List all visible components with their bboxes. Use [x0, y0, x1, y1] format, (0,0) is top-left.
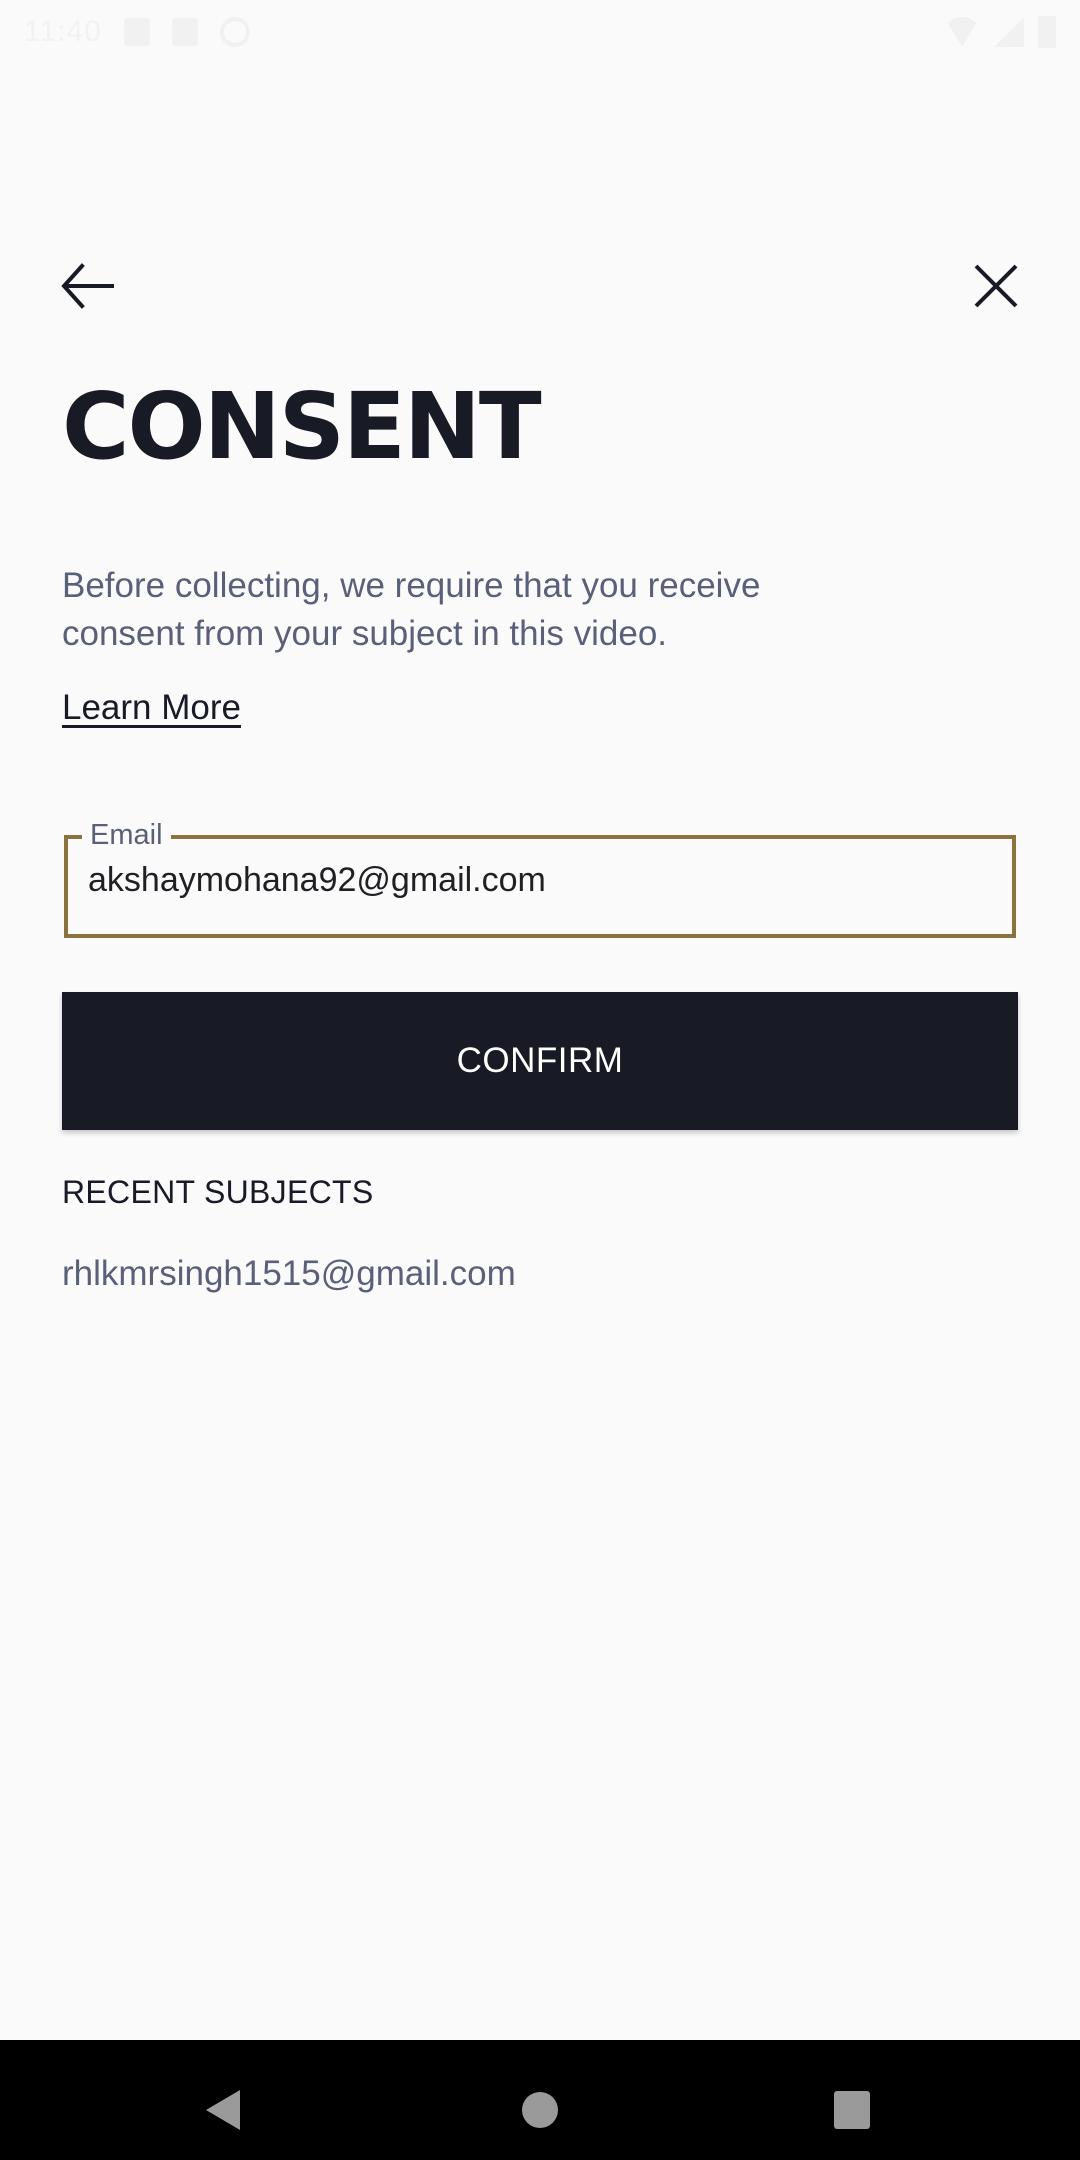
recent-subjects-heading: RECENT SUBJECTS [62, 1174, 374, 1210]
email-label: Email [82, 819, 171, 851]
notification-icon [171, 17, 198, 46]
status-bar: 11:40 [0, 0, 1080, 63]
close-button[interactable] [966, 258, 1026, 314]
email-field[interactable]: Email [64, 819, 1016, 938]
nav-recents-icon[interactable] [834, 2091, 870, 2129]
status-right [944, 15, 1056, 48]
wifi-icon [944, 16, 980, 47]
status-time: 11:40 [24, 14, 102, 48]
confirm-button[interactable]: CONFIRM [62, 992, 1018, 1130]
page-title: CONSENT [62, 373, 542, 480]
notification-icon [123, 17, 150, 46]
close-icon [974, 264, 1018, 308]
navigation-bar [0, 2040, 1080, 2160]
signal-icon [994, 16, 1024, 47]
learn-more-link[interactable]: Learn More [62, 688, 241, 728]
recent-subject-item[interactable]: rhlkmrsingh1515@gmail.com [62, 1254, 516, 1294]
email-input[interactable] [88, 861, 988, 900]
notification-icon [219, 16, 250, 47]
back-button[interactable] [56, 258, 120, 314]
battery-icon [1038, 15, 1056, 48]
consent-description: Before collecting, we require that you r… [62, 566, 761, 653]
arrow-left-icon [61, 263, 114, 309]
nav-back-icon[interactable] [206, 2090, 240, 2130]
nav-home-icon[interactable] [522, 2092, 558, 2128]
status-left: 11:40 [24, 15, 250, 49]
